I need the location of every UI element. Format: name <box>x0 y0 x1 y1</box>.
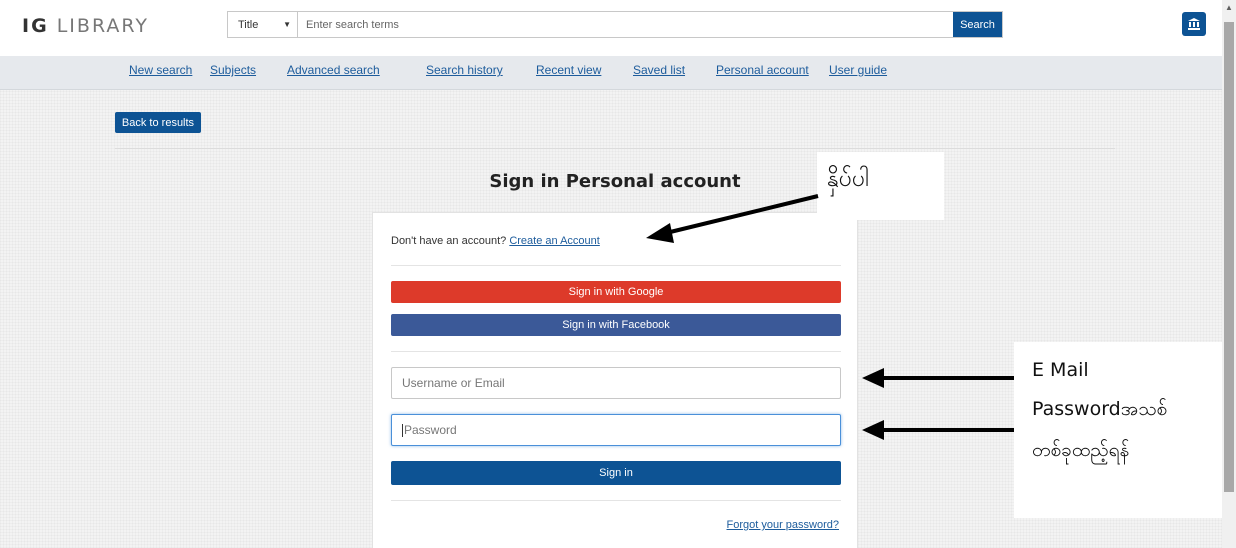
search-field-select[interactable]: Title ▼ <box>228 12 298 37</box>
logo[interactable]: IG LIBRARY <box>22 15 149 37</box>
no-account-prompt: Don't have an account? Create an Account <box>391 235 600 247</box>
logo-library: LIBRARY <box>56 15 149 37</box>
back-to-results-button[interactable]: Back to results <box>115 112 201 133</box>
password-input[interactable]: Password <box>391 414 841 446</box>
nav-personal-account[interactable]: Personal account <box>716 63 809 77</box>
annotation-password-line1: Passwordအသစ် <box>1032 397 1168 420</box>
text-cursor <box>402 423 403 437</box>
create-account-link[interactable]: Create an Account <box>509 235 600 247</box>
username-email-input[interactable]: Username or Email <box>391 367 841 399</box>
no-account-text: Don't have an account? <box>391 235 507 247</box>
signin-card: Don't have an account? Create an Account… <box>372 212 858 548</box>
nav-search-history[interactable]: Search history <box>426 63 503 77</box>
divider <box>391 500 841 501</box>
search-input[interactable]: Enter search terms <box>298 12 953 37</box>
divider <box>391 265 841 266</box>
annotation-fields: E Mail Passwordအသစ် တစ်ခုထည့်ရန် <box>1014 342 1222 518</box>
nav-user-guide[interactable]: User guide <box>829 63 887 77</box>
divider <box>391 351 841 352</box>
main-nav: New search Subjects Advanced search Sear… <box>0 56 1222 90</box>
arrow-to-password-field <box>862 420 1014 440</box>
google-signin-button[interactable]: Sign in with Google <box>391 281 841 303</box>
divider <box>115 148 1115 149</box>
scrollbar[interactable]: ▲ <box>1222 0 1236 548</box>
page-title: Sign in Personal account <box>489 171 741 192</box>
scroll-up-arrow-icon[interactable]: ▲ <box>1225 3 1233 12</box>
search-field-value: Title <box>238 18 259 31</box>
logo-ig: IG <box>22 15 49 37</box>
annotation-click-here: နှိပ်ပါ <box>817 152 944 220</box>
annotation-password-line2: တစ်ခုထည့်ရန် <box>1032 438 1130 461</box>
facebook-signin-button[interactable]: Sign in with Facebook <box>391 314 841 336</box>
annotation-email: E Mail <box>1032 359 1089 381</box>
nav-saved-list[interactable]: Saved list <box>633 63 685 77</box>
signin-button[interactable]: Sign in <box>391 461 841 485</box>
nav-new-search[interactable]: New search <box>129 63 192 77</box>
forgot-password-link[interactable]: Forgot your password? <box>727 519 840 531</box>
search-button[interactable]: Search <box>953 12 1002 37</box>
nav-subjects[interactable]: Subjects <box>210 63 256 77</box>
caret-down-icon: ▼ <box>283 20 291 29</box>
nav-advanced-search[interactable]: Advanced search <box>287 63 380 77</box>
nav-recent-view[interactable]: Recent view <box>536 63 601 77</box>
arrow-to-email-field <box>862 368 1014 388</box>
top-bar: IG LIBRARY Title ▼ Enter search terms Se… <box>0 0 1222 56</box>
institution-button[interactable] <box>1182 12 1206 36</box>
scroll-thumb[interactable] <box>1224 22 1234 492</box>
password-placeholder: Password <box>404 423 457 437</box>
institution-icon <box>1188 18 1200 30</box>
search-bar: Title ▼ Enter search terms Search <box>227 11 1003 38</box>
